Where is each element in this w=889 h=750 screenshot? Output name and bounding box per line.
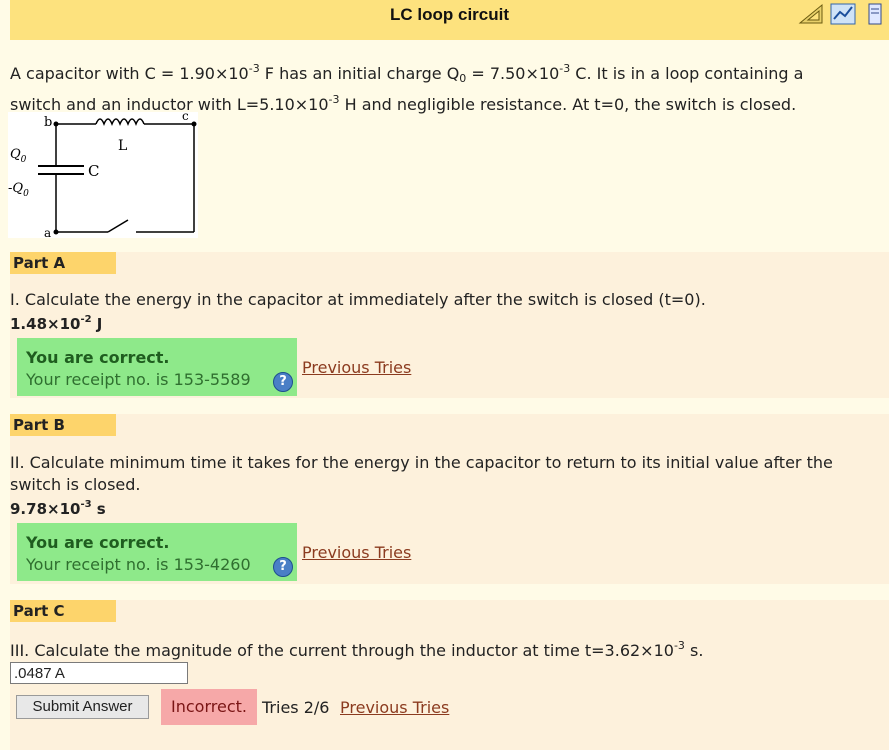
ruler-triangle-icon[interactable]	[797, 2, 825, 26]
node-a-label: a	[44, 226, 51, 238]
part-b-correct-box: You are correct. Your receipt no. is 153…	[17, 523, 297, 581]
capacitor-label: C	[88, 162, 99, 180]
part-c-label: Part C	[10, 600, 116, 622]
part-c-incorrect-badge: Incorrect.	[161, 689, 257, 725]
charge-q0-label: Q0	[10, 147, 27, 165]
help-icon[interactable]: ?	[273, 557, 293, 577]
header-toolbar	[797, 2, 889, 26]
part-c-tries-count: Tries 2/6	[262, 698, 330, 717]
switch	[107, 219, 129, 233]
notes-icon[interactable]	[861, 2, 889, 26]
charge-neg-q0-label: -Q0	[8, 181, 29, 199]
part-b-label: Part B	[10, 414, 116, 436]
part-b-status: You are correct.	[26, 533, 170, 552]
help-icon[interactable]: ?	[273, 372, 293, 392]
part-b-answer: 9.78×10-3 s	[10, 499, 106, 519]
part-b-section: Part B II. Calculate minimum time it tak…	[10, 414, 889, 584]
part-a-status: You are correct.	[26, 348, 170, 367]
part-a-label: Part A	[10, 252, 116, 274]
problem-line-1: A capacitor with C = 1.90×10-3 F has an …	[10, 62, 804, 85]
problem-statement: A capacitor with C = 1.90×10-3 F has an …	[10, 58, 880, 120]
part-a-answer: 1.48×10-2 J	[10, 314, 103, 334]
part-c-question: III. Calculate the magnitude of the curr…	[10, 639, 704, 660]
page-title: LC loop circuit	[390, 5, 509, 24]
chart-check-icon[interactable]	[829, 2, 857, 26]
part-a-receipt: Your receipt no. is 153-5589	[26, 370, 251, 389]
part-a-section: Part A I. Calculate the energy in the ca…	[10, 252, 889, 398]
part-c-previous-tries-link[interactable]: Previous Tries	[340, 698, 449, 717]
inductor-label: L	[118, 138, 127, 154]
part-c-section: Part C III. Calculate the magnitude of t…	[10, 600, 889, 750]
submit-answer-button[interactable]: Submit Answer	[16, 695, 149, 719]
part-b-receipt: Your receipt no. is 153-4260	[26, 555, 251, 574]
header-bar: LC loop circuit	[10, 0, 889, 40]
circuit-diagram: b c L C Q0 -Q0 a	[8, 109, 198, 240]
inductor-coil	[95, 118, 145, 127]
part-b-question-line-1: II. Calculate minimum time it takes for …	[10, 453, 833, 472]
part-a-previous-tries-link[interactable]: Previous Tries	[302, 358, 411, 377]
part-a-question: I. Calculate the energy in the capacitor…	[10, 290, 706, 309]
node-c-label: c	[182, 112, 189, 123]
part-c-answer-input[interactable]: .0487 A	[10, 662, 188, 684]
part-b-previous-tries-link[interactable]: Previous Tries	[302, 543, 411, 562]
part-b-question-line-2: switch is closed.	[10, 475, 141, 494]
node-b-label: b	[44, 115, 52, 130]
part-a-correct-box: You are correct. Your receipt no. is 153…	[17, 338, 297, 396]
